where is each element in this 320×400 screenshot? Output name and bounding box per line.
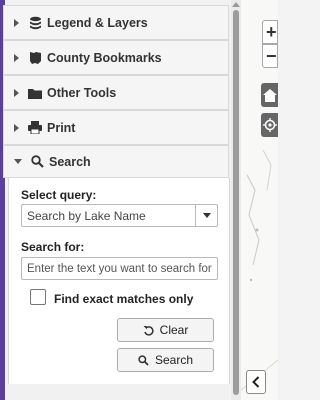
accordion-legend-layers[interactable]: Legend & Layers <box>3 5 229 40</box>
zoom-in-button[interactable]: + <box>262 20 278 44</box>
home-button[interactable] <box>261 83 278 107</box>
accordion-label: County Bookmarks <box>47 50 162 65</box>
accordion-label: Print <box>47 120 76 135</box>
accordion-label: Other Tools <box>47 85 117 100</box>
search-for-label: Search for: <box>21 240 85 254</box>
collapse-panel-button[interactable] <box>246 370 266 394</box>
expand-arrow-icon <box>14 88 19 97</box>
clear-button-label: Clear <box>159 323 189 337</box>
accordion-print[interactable]: Print <box>3 110 229 145</box>
undo-icon <box>143 325 154 336</box>
exact-match-checkbox[interactable] <box>30 289 46 305</box>
select-query-label: Select query: <box>21 188 97 202</box>
folder-icon <box>28 86 42 100</box>
chevron-left-icon <box>252 376 260 388</box>
search-panel: Select query: Search by Lake Name Search… <box>8 178 230 384</box>
exact-match-label: Find exact matches only <box>54 292 194 306</box>
home-icon <box>262 88 277 102</box>
accordion-label: Search <box>49 154 91 169</box>
zoom-out-label: − <box>266 45 277 66</box>
query-select-value: Search by Lake Name <box>27 208 146 223</box>
ohio-map-icon <box>28 51 42 65</box>
scroll-up-arrow-icon[interactable] <box>232 2 240 7</box>
locate-button[interactable] <box>261 113 278 137</box>
clear-button[interactable]: Clear <box>117 318 214 342</box>
search-input[interactable] <box>21 257 218 280</box>
collapse-arrow-icon <box>14 159 22 164</box>
printer-icon <box>28 121 42 135</box>
chevron-down-icon <box>202 213 211 218</box>
accordion-label: Legend & Layers <box>47 15 148 30</box>
expand-arrow-icon <box>14 53 19 62</box>
scrollbar-thumb[interactable] <box>233 10 239 395</box>
expand-arrow-icon <box>14 18 19 27</box>
accordion-other-tools[interactable]: Other Tools <box>3 75 229 110</box>
query-select[interactable]: Search by Lake Name <box>21 204 218 227</box>
search-button-label: Search <box>154 353 194 367</box>
search-icon <box>138 354 149 366</box>
layers-icon <box>28 16 42 30</box>
search-icon <box>30 155 44 169</box>
expand-arrow-icon <box>14 123 19 132</box>
dropdown-toggle[interactable] <box>195 205 217 226</box>
accordion-search[interactable]: Search <box>3 145 229 178</box>
locate-icon <box>262 118 277 132</box>
accordion-county-bookmarks[interactable]: County Bookmarks <box>3 40 229 75</box>
zoom-in-label: + <box>266 21 277 42</box>
search-button[interactable]: Search <box>117 348 214 372</box>
zoom-out-button[interactable]: − <box>262 44 278 68</box>
